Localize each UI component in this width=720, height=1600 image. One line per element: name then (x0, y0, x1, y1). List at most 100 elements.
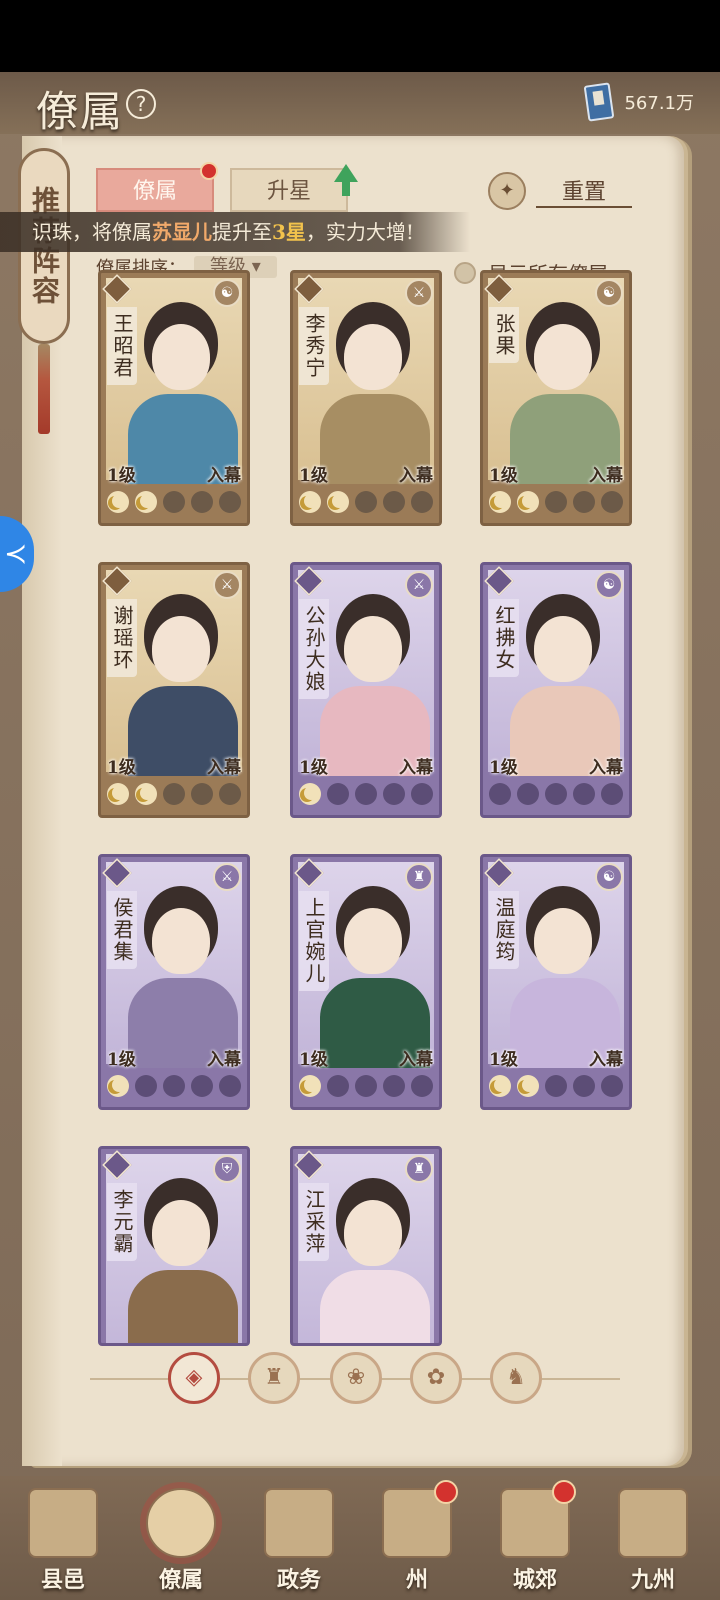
nav-item-1[interactable]: 僚属 (126, 1476, 236, 1600)
nav-label: 城郊 (512, 1567, 557, 1593)
empty-star-slot (355, 1075, 377, 1097)
empty-star-slot (601, 1075, 623, 1097)
empty-star-slot (545, 783, 567, 805)
retainer-level: 1级 (299, 1050, 328, 1070)
lion-filter-icon[interactable]: ♞ (490, 1352, 542, 1404)
moon-star-icon (299, 1075, 321, 1097)
yin-yang-icon: ☯ (213, 279, 241, 307)
retainer-name: 江采萍 (299, 1183, 329, 1261)
nav-notification-dot (552, 1480, 576, 1504)
nav-label: 九州 (630, 1567, 675, 1593)
sword-icon: ⚔ (213, 863, 241, 891)
empty-star-slot (219, 491, 241, 513)
retainer-status: 入幕 (589, 758, 623, 778)
retainer-status: 入幕 (207, 758, 241, 778)
empty-star-slot (163, 491, 185, 513)
nav-label: 州 (405, 1567, 428, 1593)
filter-row: ◈ ♜ ❀ ✿ ♞ (90, 1348, 620, 1408)
star-row (299, 783, 433, 809)
empty-star-slot (573, 783, 595, 805)
empty-star-slot (355, 783, 377, 805)
portrait-figure-head (152, 324, 210, 390)
retainer-name: 上官婉儿 (299, 891, 329, 991)
retainer-card[interactable]: ⚔ 侯君集 1级 入幕 (98, 854, 250, 1110)
portrait-figure-head (344, 1200, 402, 1266)
retainer-card[interactable]: ♜ 上官婉儿 1级 入幕 (290, 854, 442, 1110)
nav-illustration-icon (618, 1488, 688, 1558)
status-bar-area (0, 0, 720, 72)
portrait-figure-body (320, 1270, 430, 1343)
retainer-status: 入幕 (207, 1050, 241, 1070)
retainer-card[interactable]: ⚔ 谢瑶环 1级 入幕 (98, 562, 250, 818)
empty-star-slot (135, 1075, 157, 1097)
moon-star-icon (107, 1075, 129, 1097)
retainer-status: 入幕 (399, 1050, 433, 1070)
empty-star-slot (545, 1075, 567, 1097)
sword-icon: ⚔ (405, 571, 433, 599)
book-currency-icon (584, 82, 615, 122)
reset-button[interactable]: ✦ 重置 (488, 172, 632, 210)
retainer-name: 张果 (489, 307, 519, 363)
tab-retainers[interactable]: 僚属 (96, 168, 214, 212)
empty-star-slot (219, 1075, 241, 1097)
retainer-level: 1级 (299, 758, 328, 778)
empty-star-slot (411, 1075, 433, 1097)
retainer-status: 入幕 (399, 758, 433, 778)
portrait-figure-head (534, 908, 592, 974)
retainer-card[interactable]: ☯ 张果 1级 入幕 (480, 270, 632, 526)
nav-item-5[interactable]: 九州 (598, 1476, 708, 1600)
moon-star-icon (489, 491, 511, 513)
banner-middle: 提升至 (212, 220, 272, 244)
nav-item-2[interactable]: 政务 (244, 1476, 354, 1600)
nav-item-0[interactable]: 县邑 (8, 1476, 118, 1600)
empty-star-slot (411, 491, 433, 513)
cat-filter-icon[interactable]: ❀ (330, 1352, 382, 1404)
hat-icon: ♜ (405, 1155, 433, 1183)
tab-star-up[interactable]: 升星 (230, 168, 348, 212)
currency-display[interactable]: 567.1万 (584, 82, 694, 122)
portrait-figure-head (344, 616, 402, 682)
star-row (107, 783, 241, 809)
banner-name: 苏显儿 (152, 220, 212, 244)
empty-star-slot (219, 783, 241, 805)
banner-suffix: ，实力大增! (305, 220, 414, 244)
empty-star-slot (191, 491, 213, 513)
help-icon[interactable]: ? (126, 89, 156, 119)
empty-star-slot (489, 783, 511, 805)
reset-label: 重置 (536, 174, 632, 208)
retainer-card[interactable]: ☯ 红拂女 1级 入幕 (480, 562, 632, 818)
retainer-card[interactable]: ☯ 王昭君 1级 入幕 (98, 270, 250, 526)
sword-icon: ⚔ (405, 279, 433, 307)
star-row (299, 491, 433, 517)
nav-item-4[interactable]: 城郊 (480, 1476, 590, 1600)
star-row (489, 783, 623, 809)
portrait-figure-head (534, 616, 592, 682)
retainer-card[interactable]: ☯ 温庭筠 1级 入幕 (480, 854, 632, 1110)
empty-star-slot (191, 783, 213, 805)
hat-filter-icon[interactable]: ♜ (248, 1352, 300, 1404)
nav-item-3[interactable]: 州 (362, 1476, 472, 1600)
bottom-nav: 县邑 僚属 政务 州 城郊 九州 (0, 1476, 720, 1600)
portrait-figure-head (534, 324, 592, 390)
retainer-card[interactable]: ⛨ 李元霸 (98, 1146, 250, 1346)
star-row (489, 491, 623, 517)
empty-star-slot (601, 491, 623, 513)
retainer-level: 1级 (489, 758, 518, 778)
retainer-card[interactable]: ♜ 江采萍 (290, 1146, 442, 1346)
fan-filter-icon[interactable]: ✿ (410, 1352, 462, 1404)
portrait-figure-head (152, 1200, 210, 1266)
retainer-level: 1级 (489, 466, 518, 486)
show-all-checkbox[interactable] (454, 261, 476, 284)
hat-icon: ♜ (405, 863, 433, 891)
retainer-name: 侯君集 (107, 891, 137, 969)
all-filter-icon[interactable]: ◈ (168, 1352, 220, 1404)
portrait-figure-head (152, 616, 210, 682)
retainer-status: 入幕 (589, 466, 623, 486)
empty-star-slot (601, 783, 623, 805)
moon-star-icon (135, 783, 157, 805)
retainer-card[interactable]: ⚔ 公孙大娘 1级 入幕 (290, 562, 442, 818)
retainer-card[interactable]: ⚔ 李秀宁 1级 入幕 (290, 270, 442, 526)
retainer-status: 入幕 (589, 1050, 623, 1070)
moon-star-icon (517, 1075, 539, 1097)
star-row (299, 1075, 433, 1101)
